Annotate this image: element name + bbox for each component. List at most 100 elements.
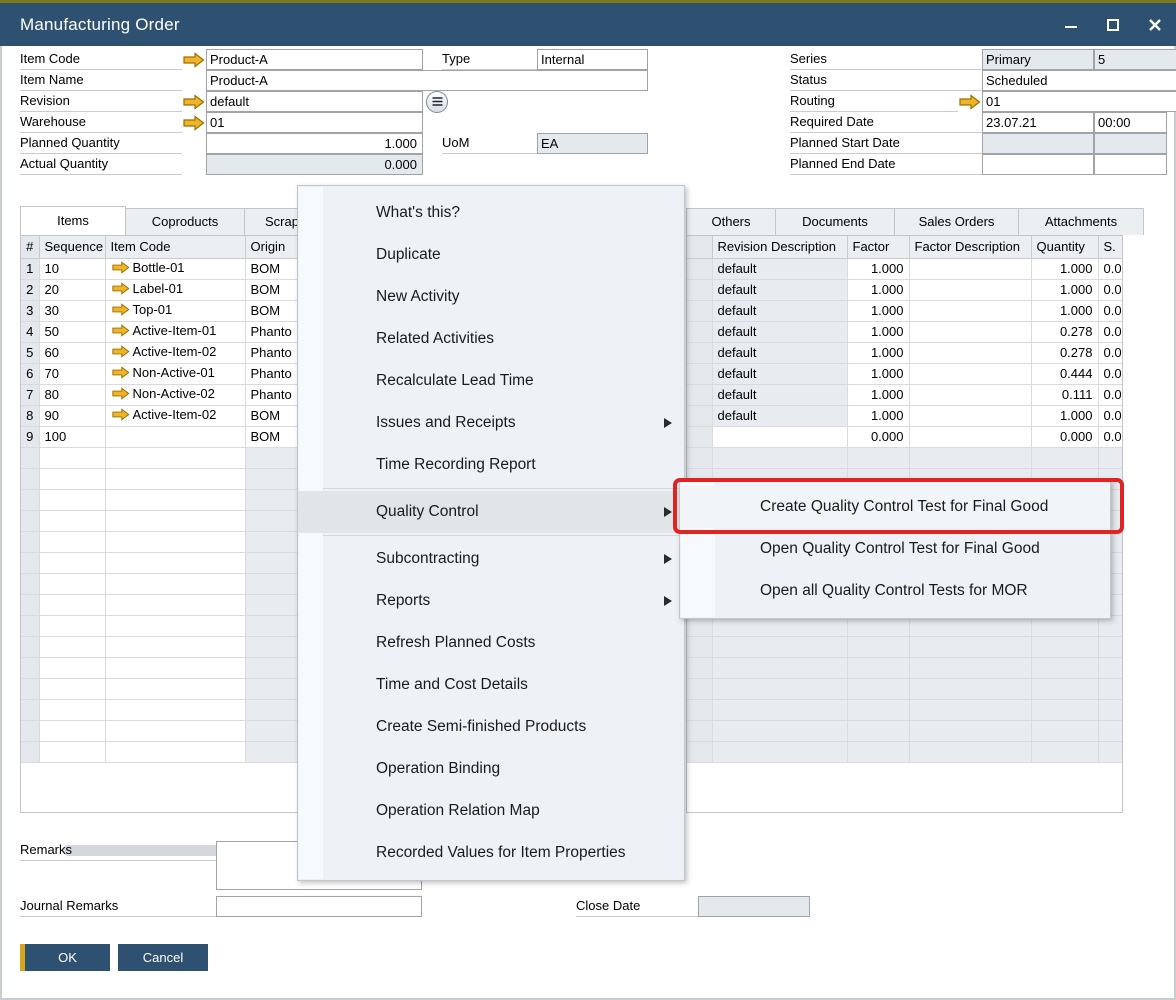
table-row[interactable]: 450Active-Item-01Phanto — [21, 321, 299, 342]
cell-sequence[interactable] — [39, 594, 105, 615]
cell-sequence[interactable] — [39, 531, 105, 552]
cell-sequence[interactable] — [39, 678, 105, 699]
cell-origin[interactable]: BOM — [245, 279, 299, 300]
cell-revision-description[interactable] — [712, 741, 847, 762]
quality-control-submenu[interactable]: Create Quality Control Test for Final Go… — [679, 479, 1111, 619]
required-date-input[interactable]: 23.07.21 — [982, 112, 1094, 133]
submenu-item-open-all-quality-control-tests-for-mor[interactable]: Open all Quality Control Tests for MOR — [680, 570, 1110, 612]
table-row[interactable] — [687, 699, 1123, 720]
cell-item-code[interactable] — [105, 615, 245, 636]
submenu-item-create-quality-control-test-for-final-good[interactable]: Create Quality Control Test for Final Go… — [680, 486, 1110, 528]
table-row[interactable]: 560Active-Item-02Phanto — [21, 342, 299, 363]
table-row[interactable]: default1.0001.0000.0 — [687, 279, 1123, 300]
table-row[interactable]: default1.0000.2780.0 — [687, 321, 1123, 342]
menu-item-reports[interactable]: Reports — [298, 580, 684, 622]
table-row[interactable]: 0.0000.0000.0 — [687, 426, 1123, 447]
cell-factor-description[interactable] — [909, 720, 1031, 741]
minimize-icon[interactable] — [1050, 3, 1092, 46]
cell-quantity[interactable] — [1031, 636, 1098, 657]
cell-item-code[interactable]: Active-Item-02 — [105, 342, 245, 363]
item-name-input[interactable]: Product-A — [206, 70, 648, 91]
tab-sales-orders[interactable]: Sales Orders — [894, 208, 1019, 235]
tab-coproducts[interactable]: Coproducts — [125, 208, 245, 235]
cell-sequence[interactable]: 30 — [39, 300, 105, 321]
menu-item-related-activities[interactable]: Related Activities — [298, 318, 684, 360]
cell-sequence[interactable]: 20 — [39, 279, 105, 300]
table-row[interactable] — [21, 657, 299, 678]
cell-revision-description[interactable] — [712, 636, 847, 657]
cell-factor[interactable] — [847, 447, 909, 468]
cell-quantity[interactable]: 0.000 — [1031, 426, 1098, 447]
cell-quantity[interactable]: 1.000 — [1031, 300, 1098, 321]
cell-factor-description[interactable] — [909, 300, 1031, 321]
cell-sequence[interactable]: 50 — [39, 321, 105, 342]
table-row[interactable] — [687, 720, 1123, 741]
items-grid[interactable]: # Sequence Item Code Origin 110Bottle-01… — [20, 235, 300, 813]
tab-others[interactable]: Others — [686, 208, 776, 235]
planned-end-time-input[interactable] — [1094, 154, 1167, 175]
table-row[interactable] — [687, 447, 1123, 468]
cell-sequence[interactable] — [39, 699, 105, 720]
table-row[interactable] — [687, 636, 1123, 657]
cell-item-code[interactable] — [105, 720, 245, 741]
table-row[interactable] — [21, 510, 299, 531]
cell-quantity[interactable]: 1.000 — [1031, 405, 1098, 426]
table-row[interactable] — [687, 741, 1123, 762]
cell-factor-description[interactable] — [909, 426, 1031, 447]
cell-sequence[interactable]: 60 — [39, 342, 105, 363]
table-row[interactable]: default1.0000.1110.0 — [687, 384, 1123, 405]
cell-s[interactable]: 0.0 — [1098, 258, 1123, 279]
menu-item-recorded-values-for-item-properties[interactable]: Recorded Values for Item Properties — [298, 832, 684, 874]
cell-factor[interactable]: 1.000 — [847, 279, 909, 300]
table-row[interactable] — [21, 552, 299, 573]
cell-s[interactable] — [1098, 636, 1123, 657]
cell-origin[interactable] — [245, 594, 299, 615]
cell-quantity[interactable]: 0.444 — [1031, 363, 1098, 384]
cell-factor-description[interactable] — [909, 321, 1031, 342]
cell-item-code[interactable]: Bottle-01 — [105, 258, 245, 279]
table-row[interactable] — [687, 678, 1123, 699]
ok-button[interactable]: OK — [20, 944, 110, 971]
table-row[interactable] — [21, 741, 299, 762]
cell-revision-description[interactable]: default — [712, 258, 847, 279]
cell-revision-description[interactable] — [712, 678, 847, 699]
cell-item-code[interactable]: Non-Active-01 — [105, 363, 245, 384]
cell-origin[interactable]: BOM — [245, 426, 299, 447]
cell-factor[interactable]: 1.000 — [847, 321, 909, 342]
cell-factor-description[interactable] — [909, 741, 1031, 762]
cell-item-code[interactable] — [105, 468, 245, 489]
warehouse-input[interactable]: 01 — [206, 112, 423, 133]
menu-item-issues-and-receipts[interactable]: Issues and Receipts — [298, 402, 684, 444]
cell-sequence[interactable] — [39, 636, 105, 657]
table-row[interactable] — [687, 657, 1123, 678]
cell-item-code[interactable] — [105, 741, 245, 762]
cell-sequence[interactable] — [39, 489, 105, 510]
cell-item-code[interactable] — [105, 636, 245, 657]
cell-s[interactable]: 0.0 — [1098, 342, 1123, 363]
cell-revision-description[interactable] — [712, 720, 847, 741]
cell-factor[interactable] — [847, 636, 909, 657]
table-row[interactable] — [21, 573, 299, 594]
tab-items[interactable]: Items — [20, 206, 126, 235]
cell-sequence[interactable] — [39, 741, 105, 762]
cell-revision-description[interactable] — [712, 447, 847, 468]
cell-factor-description[interactable] — [909, 258, 1031, 279]
menu-item-recalculate-lead-time[interactable]: Recalculate Lead Time — [298, 360, 684, 402]
cell-item-code[interactable] — [105, 594, 245, 615]
cell-s[interactable] — [1098, 741, 1123, 762]
cell-item-code[interactable]: Active-Item-02 — [105, 405, 245, 426]
cell-sequence[interactable] — [39, 510, 105, 531]
table-row[interactable]: default1.0000.4440.0 — [687, 363, 1123, 384]
cell-s[interactable] — [1098, 657, 1123, 678]
menu-item-subcontracting[interactable]: Subcontracting — [298, 538, 684, 580]
cell-origin[interactable] — [245, 678, 299, 699]
cell-origin[interactable] — [245, 531, 299, 552]
cell-revision-description[interactable] — [712, 657, 847, 678]
cell-sequence[interactable] — [39, 657, 105, 678]
cell-item-code[interactable] — [105, 489, 245, 510]
cell-sequence[interactable] — [39, 447, 105, 468]
cell-revision-description[interactable]: default — [712, 279, 847, 300]
cell-quantity[interactable]: 0.278 — [1031, 342, 1098, 363]
cell-revision-description[interactable] — [712, 426, 847, 447]
revision-list-button[interactable] — [426, 91, 448, 113]
